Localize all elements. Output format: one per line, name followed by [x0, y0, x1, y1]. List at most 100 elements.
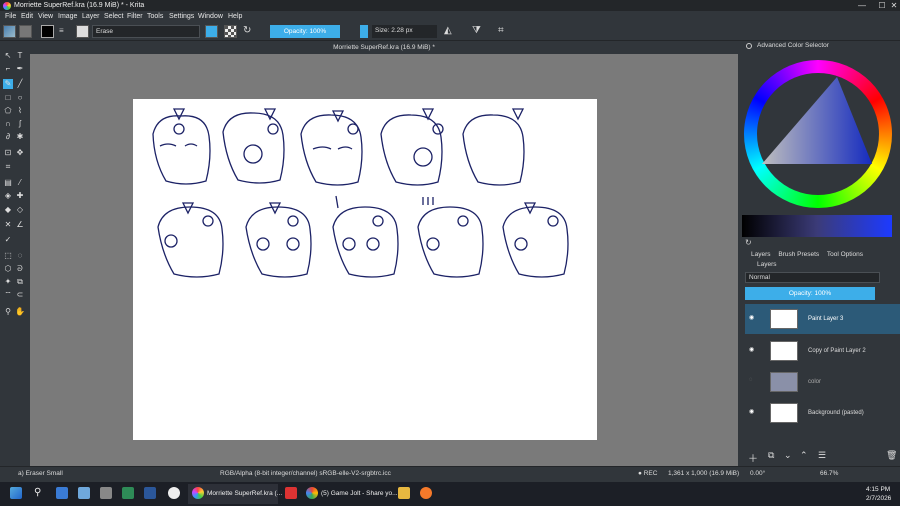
refresh-icon[interactable]: ↻ — [745, 238, 752, 247]
layer-properties-icon[interactable]: ☰ — [818, 450, 826, 461]
rect-select-tool-icon[interactable]: ⬚ — [3, 251, 13, 261]
layer-opacity-slider[interactable]: Opacity: 100% — [745, 287, 875, 300]
contiguous-select-tool-icon[interactable]: ✦ — [3, 277, 13, 287]
menu-view[interactable]: View — [38, 13, 53, 20]
tab-brush-presets[interactable]: Brush Presets — [778, 251, 819, 258]
ellipse-select-tool-icon[interactable]: ◌ — [15, 251, 25, 261]
menu-filter[interactable]: Filter — [127, 13, 143, 20]
layer-row[interactable]: ◉ Background (pasted) — [745, 398, 900, 428]
mirror-horizontal-icon[interactable]: ◭ — [444, 25, 452, 36]
status-rotation[interactable]: 0.00° — [750, 470, 765, 477]
move-tool-icon[interactable]: ✥ — [15, 148, 25, 158]
app-red-icon[interactable] — [285, 487, 297, 499]
bezier-tool-icon[interactable]: ∩ — [3, 119, 13, 129]
edit-shapes-tool-icon[interactable]: ⌐ — [3, 64, 13, 74]
eraser-mode-icon[interactable] — [205, 25, 218, 38]
delete-layer-icon[interactable]: 🗑 — [886, 450, 897, 461]
colorize-mask-tool-icon[interactable]: ◈ — [3, 191, 13, 201]
browser-icon[interactable] — [168, 487, 180, 499]
select-shapes-tool-icon[interactable]: ↖ — [3, 51, 13, 61]
enclose-fill-tool-icon[interactable]: ◇ — [15, 205, 25, 215]
color-picker-tool-icon[interactable]: ⁄ — [15, 178, 25, 188]
freehand-select-tool-icon[interactable]: ᘐ — [15, 264, 25, 274]
edit-brush-icon[interactable]: ≡ — [59, 26, 69, 36]
freehand-path-tool-icon[interactable]: ʃ — [15, 119, 25, 129]
reference-images-tool-icon[interactable]: ✓ — [3, 235, 13, 245]
gradient-swatch[interactable] — [3, 25, 16, 38]
app-icon[interactable] — [122, 487, 134, 499]
menu-file[interactable]: File — [5, 13, 16, 20]
line-tool-icon[interactable]: ╱ — [15, 79, 25, 89]
polygon-tool-icon[interactable]: ⬠ — [3, 106, 13, 116]
assistant-tool-icon[interactable]: ✕ — [3, 220, 13, 230]
opacity-slider[interactable]: Opacity: 100% — [270, 25, 340, 38]
brush-preset-thumb[interactable] — [76, 25, 89, 38]
photos-icon[interactable] — [78, 487, 90, 499]
fill-tool-icon[interactable]: ◆ — [3, 205, 13, 215]
menu-select[interactable]: Select — [104, 13, 123, 20]
duplicate-layer-icon[interactable]: ⧉ — [768, 450, 774, 461]
flow-indicator[interactable] — [360, 25, 368, 38]
zoom-tool-icon[interactable]: ⚲ — [3, 307, 13, 317]
eye-icon[interactable]: ◉ — [749, 314, 754, 321]
eye-icon[interactable]: ◉ — [749, 408, 754, 415]
document-tab[interactable]: Morriette SuperRef.kra (16.9 MiB) * — [30, 41, 738, 54]
add-layer-icon[interactable]: ＋ — [748, 450, 758, 465]
eye-icon[interactable]: ◉ — [749, 346, 754, 353]
menu-edit[interactable]: Edit — [21, 13, 33, 20]
clock-date[interactable]: 2/7/2026 — [866, 495, 891, 502]
ellipse-tool-icon[interactable]: ○ — [15, 93, 25, 103]
blender-icon[interactable] — [420, 487, 432, 499]
crop-tool-icon[interactable]: ⌗ — [3, 162, 13, 172]
bezier-select-tool-icon[interactable]: ⌔ — [3, 290, 13, 300]
clock-time[interactable]: 4:15 PM — [866, 486, 890, 493]
freehand-brush-tool-icon[interactable]: ✎ — [3, 79, 13, 89]
multibrush-tool-icon[interactable]: ✱ — [15, 132, 25, 142]
layer-row[interactable]: ◉ Copy of Paint Layer 2 — [745, 336, 900, 366]
search-icon[interactable]: ⚲ — [34, 487, 46, 499]
status-rec[interactable]: ● REC — [638, 470, 657, 477]
folder-icon[interactable] — [398, 487, 410, 499]
start-icon[interactable] — [10, 487, 22, 499]
smart-patch-tool-icon[interactable]: ✚ — [15, 191, 25, 201]
menu-image[interactable]: Image — [58, 13, 77, 20]
pattern-swatch[interactable] — [19, 25, 32, 38]
polygon-select-tool-icon[interactable]: ⬡ — [3, 264, 13, 274]
gradient-tool-icon[interactable]: ▤ — [3, 178, 13, 188]
move-layer-up-icon[interactable]: ⌃ — [800, 450, 808, 461]
minimize-button[interactable]: — — [852, 0, 872, 11]
canvas-paper[interactable] — [133, 99, 597, 440]
blend-mode-select[interactable]: Normal — [745, 272, 880, 283]
move-layer-down-icon[interactable]: ⌄ — [784, 450, 792, 461]
menu-tools[interactable]: Tools — [147, 13, 163, 20]
status-zoom[interactable]: 66.7% — [820, 470, 838, 477]
tab-tool-options[interactable]: Tool Options — [827, 251, 863, 258]
mirror-vertical-icon[interactable]: ⧩ — [472, 25, 481, 36]
word-icon[interactable] — [144, 487, 156, 499]
calligraphy-tool-icon[interactable]: ✒ — [15, 64, 25, 74]
menu-window[interactable]: Window — [198, 13, 223, 20]
reload-preset-icon[interactable]: ↻ — [243, 25, 251, 36]
close-button[interactable]: ✕ — [888, 0, 900, 11]
transform-tool-icon[interactable]: ⊡ — [3, 148, 13, 158]
measure-tool-icon[interactable]: ∠ — [15, 220, 25, 230]
size-slider[interactable]: Size: 2.28 px — [372, 25, 437, 38]
taskbar-chrome-label[interactable]: (5) Game Jolt - Share yo... — [321, 490, 398, 497]
rectangle-tool-icon[interactable]: □ — [3, 93, 13, 103]
mail-icon[interactable] — [56, 487, 68, 499]
chrome-icon[interactable] — [306, 487, 318, 499]
tab-layers[interactable]: Layers — [751, 251, 771, 258]
pan-tool-icon[interactable]: ✋ — [15, 307, 25, 317]
magnetic-select-tool-icon[interactable]: ⊂ — [15, 290, 25, 300]
preserve-alpha-icon[interactable] — [224, 25, 237, 38]
dynamic-brush-tool-icon[interactable]: ∂ — [3, 132, 13, 142]
brush-preset-select[interactable]: Erase — [92, 25, 200, 38]
similar-select-tool-icon[interactable]: ⧉ — [15, 277, 25, 287]
menu-settings[interactable]: Settings — [169, 13, 194, 20]
layer-row[interactable]: ◉ Paint Layer 3 — [745, 304, 900, 334]
foreground-color[interactable] — [41, 25, 54, 38]
wrap-around-icon[interactable]: ⌗ — [498, 25, 504, 36]
eye-hidden-icon[interactable]: ◌ — [749, 377, 753, 383]
menu-layer[interactable]: Layer — [82, 13, 100, 20]
color-history-strip[interactable] — [742, 215, 892, 237]
